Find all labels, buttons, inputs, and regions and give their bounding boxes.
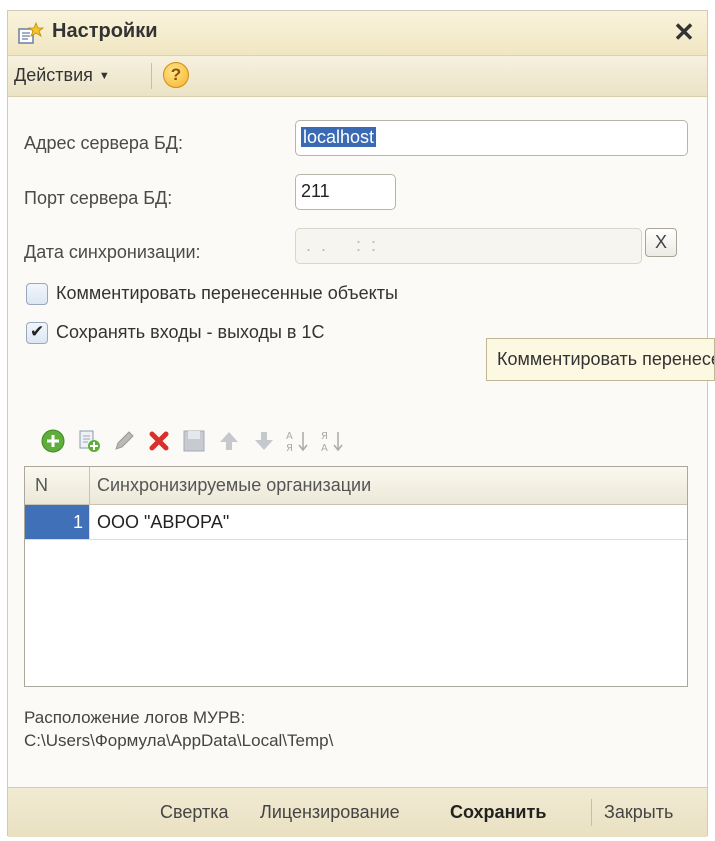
copy-icon[interactable]: [76, 428, 102, 454]
settings-form-icon: [18, 21, 44, 44]
comment-objects-checkbox[interactable]: [26, 283, 48, 305]
table-row[interactable]: 1 ООО "АВРОРА": [25, 505, 687, 540]
server-address-value: localhost: [301, 127, 377, 147]
fold-button[interactable]: Свертка: [160, 802, 229, 823]
title-bar: Настройки ✕: [8, 11, 707, 56]
window-title: Настройки: [52, 20, 158, 42]
server-address-input[interactable]: localhost: [295, 120, 688, 156]
organization-name: ООО "АВРОРА": [97, 512, 230, 532]
button-divider: [591, 799, 592, 826]
server-port-value: 211: [301, 181, 330, 201]
form-toolbar: Действия ▼ ?: [8, 56, 707, 97]
save-entries-label: Сохранять входы - выходы в 1С: [56, 322, 325, 342]
sort-asc-icon[interactable]: А Я: [284, 428, 310, 454]
licensing-button[interactable]: Лицензирование: [260, 802, 400, 823]
logs-path: C:\Users\Формула\AppData\Local\Temp\: [24, 731, 334, 750]
sync-date-input[interactable]: . . : :: [295, 228, 642, 264]
svg-text:А: А: [321, 443, 328, 454]
delete-icon[interactable]: [146, 428, 172, 454]
close-button[interactable]: Закрыть: [604, 802, 673, 823]
svg-text:Я: Я: [286, 443, 293, 454]
column-header-n[interactable]: N: [35, 467, 48, 504]
bottom-command-bar: Свертка Лицензирование Сохранить Закрыть: [8, 787, 707, 837]
save-button[interactable]: Сохранить: [450, 802, 546, 823]
sync-date-value: . . : :: [301, 235, 377, 255]
edit-icon[interactable]: [111, 428, 137, 454]
table-header: N Синхронизируемые организации: [25, 467, 687, 505]
server-address-label: Адрес сервера БД:: [24, 133, 183, 153]
server-port-input[interactable]: 211: [295, 174, 396, 210]
server-port-label: Порт сервера БД:: [24, 188, 173, 208]
svg-text:А: А: [286, 431, 293, 442]
actions-label: Действия: [14, 65, 93, 85]
add-icon[interactable]: [40, 428, 66, 454]
sync-date-label: Дата синхронизации:: [24, 242, 201, 262]
tooltip: Комментировать перенесенные объекты: [486, 338, 715, 381]
move-up-icon[interactable]: [216, 428, 242, 454]
actions-menu-button[interactable]: Действия ▼: [14, 65, 110, 86]
svg-text:Я: Я: [321, 431, 328, 442]
clear-date-button[interactable]: X: [645, 228, 677, 257]
column-divider: [89, 467, 90, 504]
end-edit-icon[interactable]: [181, 428, 207, 454]
sort-desc-icon[interactable]: Я А: [319, 428, 345, 454]
logs-location-label: Расположение логов МУРВ:: [24, 708, 246, 727]
row-number: 1: [25, 505, 89, 539]
toolbar-divider: [151, 63, 152, 89]
help-icon[interactable]: ?: [163, 62, 189, 88]
column-header-organizations[interactable]: Синхронизируемые организации: [97, 467, 371, 504]
comment-objects-label: Комментировать перенесенные объекты: [56, 283, 398, 303]
organizations-table[interactable]: N Синхронизируемые организации 1 ООО "АВ…: [24, 466, 688, 687]
chevron-down-icon: ▼: [98, 70, 110, 82]
move-down-icon[interactable]: [251, 428, 277, 454]
save-entries-checkbox[interactable]: [26, 322, 48, 344]
settings-window: Настройки ✕ Действия ▼ ? Адрес сервера БД…: [7, 10, 708, 837]
close-icon[interactable]: ✕: [669, 17, 699, 47]
row-divider: [89, 505, 90, 539]
